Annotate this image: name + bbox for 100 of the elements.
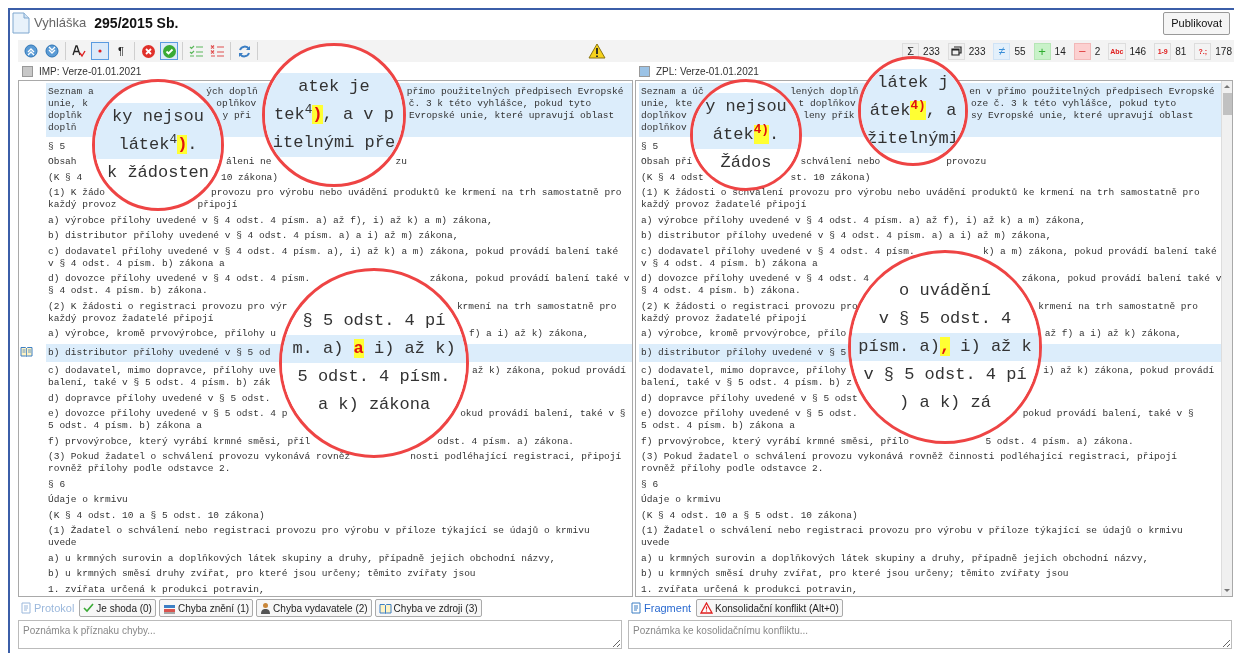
- document-text: c) dodavatel přílohy uvedené v § 4 odst. 4 písm. a), i) až k) a m) zákona, pokud provádí balení také: [48, 245, 619, 258]
- document-text: e) dovozce přílohy uvedené v § 5 odst.: [641, 408, 858, 420]
- document-text: oze č. 3 k této vyhlášce, pokud tyto: [971, 98, 1177, 110]
- document-text: d) dovozce přílohy uvedené v § 4 odst. 4 písm.: [48, 273, 311, 285]
- document-text: zu: [395, 156, 407, 168]
- toolbar-button[interactable]: Chyba vydavatele (2): [256, 599, 372, 617]
- document-text: oplňkov: [216, 98, 257, 110]
- document-text: b) distributor přílohy uvedené v § 4 odst. 4 písm. a) a i) až m) zákona,: [48, 230, 459, 242]
- magnified-text: písm. a), i) až k: [858, 336, 1032, 358]
- document-text: provozu: [946, 156, 987, 168]
- document-text: v § 4 odst. 4 písm. b) zákona a: [48, 257, 225, 270]
- document-text: k) a m) zákona, pokud provádí balení také: [982, 245, 1217, 258]
- document-text: (K § 4 odst. 10 a § 5 odst. 10 zákona): [48, 509, 265, 522]
- document-text: a) výrobce, kromě prvovýrobce, přílohy u: [48, 328, 277, 340]
- magnified-text: Žádos: [720, 152, 772, 174]
- document-text: c) dodavatel, mimo dopravce, přílohy uve: [48, 365, 277, 377]
- document-text: Obsah: [48, 156, 77, 168]
- document-text: uvede: [641, 537, 670, 549]
- checklist-icon: [188, 44, 204, 58]
- document-text: (2) K žádosti o registraci provozu pro: [641, 300, 858, 313]
- document-text: (1) Žadatel o schválení nebo registraci provozu pro výrobu v příloze týkající se údajů o krmivu: [48, 525, 590, 537]
- document-text: b) distributor přílohy uvedené v § 5: [641, 346, 847, 359]
- document-text: § 6: [641, 478, 659, 491]
- stat-count: 233: [968, 44, 986, 59]
- toolbar-button[interactable]: ¶: [112, 42, 130, 60]
- document-text: Seznam a: [48, 86, 94, 98]
- document-text: 1. zvířata určená k produkci potravin,: [48, 583, 265, 596]
- toolbar-button[interactable]: Je shoda (0): [79, 599, 156, 617]
- publish-button[interactable]: Publikovat: [1163, 11, 1230, 35]
- document-text: t doplňkov: [798, 98, 856, 110]
- document-text: st. 10 zákona): [790, 171, 871, 184]
- stat-count: 55: [1014, 44, 1026, 59]
- document-text: schválení nebo: [800, 156, 881, 168]
- document-text: i) až k) zákona, pokud provádí: [1043, 365, 1215, 377]
- cross-list-icon: [209, 44, 225, 58]
- page-icon: [630, 602, 642, 614]
- magnified-text: k žádosten: [107, 162, 209, 184]
- toolbar-button[interactable]: Chyba znění (1): [158, 599, 254, 617]
- document-text: (1) K žádosti o schválení provozu pro výrobu nebo uvádění produktů ke krmení na trh samostatně pro: [641, 187, 1200, 199]
- document-text: přímo použitelných předpisech Evropské: [406, 86, 624, 98]
- magnified-text: itelnými pře: [272, 132, 396, 154]
- document-text: b) u krmných směsí druhy zvířat, pro které jsou určeny; těmito zvířaty jsou: [48, 568, 476, 580]
- book-icon: [378, 602, 392, 614]
- stat-count: 146: [1129, 44, 1147, 59]
- document-text: zákona, pokud provádí balení také v: [429, 273, 630, 285]
- document-text: f) a i) až k) zákona,: [468, 328, 589, 340]
- document-text: (1) K žádo: [48, 187, 105, 199]
- magnified-text: átek$^{4)}$, a: [869, 100, 957, 122]
- magnified-text: v § 5 odst. 4: [878, 308, 1012, 330]
- spellcheck-icon: [72, 44, 86, 58]
- document-text: nosti podléhající registraci, připojí: [410, 451, 622, 463]
- document-text: Údaje o krmivu: [48, 494, 128, 506]
- toolbar-button[interactable]: Chyba ve zdroji (3): [374, 599, 482, 617]
- toolbar-button[interactable]: Konsolidační konflikt (Alt+0): [696, 599, 843, 617]
- document-icon: [12, 12, 30, 34]
- note-field[interactable]: Poznámka k příznaku chyby...: [18, 620, 622, 649]
- document-text: okud provádí balení, také v §: [460, 408, 626, 420]
- scrollbar-thumb[interactable]: [1222, 93, 1232, 115]
- document-text: (1) Žadatel o schválení nebo registraci provozu pro výrobu v příloze týkající se údajů o krmivu: [641, 525, 1183, 537]
- magnified-text: o uvádění: [899, 280, 991, 302]
- magnified-text: látek$^{4}$).: [118, 134, 198, 156]
- stat-symbol: +: [1033, 42, 1051, 60]
- note-field[interactable]: Poznámka ke kosolidačnímu konfliktu...: [628, 620, 1232, 649]
- stat-count: 81: [1175, 44, 1187, 59]
- magnified-text: y nejsou: [705, 96, 787, 118]
- document-text: uvede: [48, 537, 77, 549]
- scrollbar[interactable]: [1221, 81, 1232, 596]
- warning-icon: [588, 43, 607, 59]
- magnified-text: 5 odst. 4 písm.: [297, 366, 451, 388]
- document-text: § 6: [48, 478, 66, 491]
- document-text: každý provoz: [48, 199, 117, 211]
- document-text: ých doplň: [206, 86, 258, 98]
- document-text: a) u krmných surovin a doplňkových látek skupiny a druhy, případně jejich obchodní názvy,: [48, 552, 556, 565]
- document-text: (K § 4: [48, 171, 83, 184]
- magnified-text: ky nejsou: [112, 106, 204, 128]
- document-text: doplň: [48, 122, 77, 134]
- warning-icon: [700, 602, 714, 614]
- document-text: každý provoz žadatelé připojí: [641, 312, 807, 325]
- version-label: ZPL: Verze-01.01.2021: [656, 64, 759, 79]
- stat-count: 178: [1215, 44, 1232, 59]
- document-text: krmení na trh samostatně pro: [1038, 300, 1198, 313]
- document-text: 10 zákona): [221, 171, 279, 184]
- page-icon: [20, 602, 32, 614]
- document-text: § 5: [48, 140, 66, 153]
- document-text: odst. 4 písm. a) zákona.: [437, 435, 575, 448]
- document-text: (3) Pokud žadatel o schválení provozu vykonává rovněž činnosti podléhající registraci, připojí: [641, 451, 1177, 463]
- document-text: doplňkov: [641, 122, 687, 134]
- document-text: (2) K žádosti o registraci provozu pro výr: [48, 300, 288, 313]
- magnified-text: žitelnými: [867, 128, 959, 150]
- document-text: a) výrobce přílohy uvedené v § 4 odst. 4 písm. a) až f), i) až k) a m) zákona,: [641, 214, 1086, 227]
- document-text: provozu pro výrobu nebo uvádění produktů ke krmení na trh samostatně pro: [211, 187, 622, 199]
- document-text: v § 4 odst. 4 písm. b) zákona a: [641, 257, 818, 270]
- document-text: každý provoz žadatelé připojí: [641, 199, 807, 211]
- document-text: rovněž přílohy podle odstavce 2.: [48, 463, 231, 475]
- document-text: a) u krmných surovin a doplňkových látek skupiny a druhy, případně jejich obchodní názvy,: [641, 552, 1149, 565]
- document-text: doplňkov: [641, 110, 687, 122]
- document-text: lených doplň: [790, 86, 859, 98]
- tab[interactable]: Fragment: [628, 599, 694, 617]
- document-text: c) dodavatel, mimo dopravce, přílohy: [641, 365, 847, 377]
- toolbar-button[interactable]: [70, 42, 88, 60]
